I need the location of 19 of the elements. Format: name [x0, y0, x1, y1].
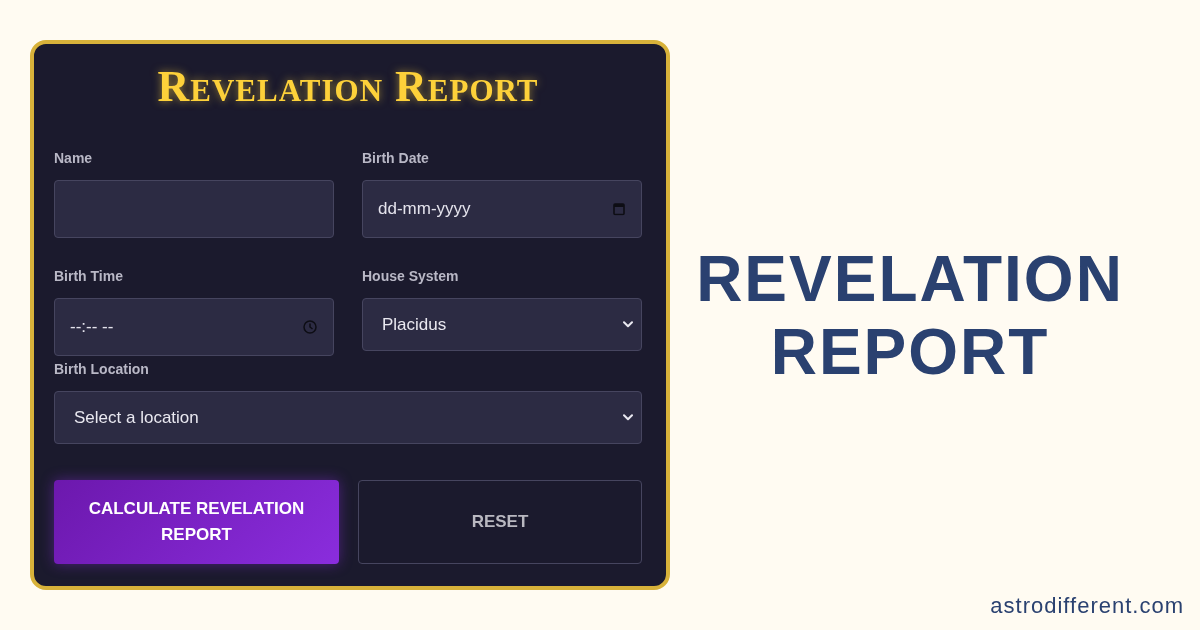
- clock-icon[interactable]: [303, 320, 317, 334]
- date-field[interactable]: dd-mm-yyyy: [362, 180, 642, 238]
- field-label: House System: [362, 268, 460, 285]
- calendar-icon[interactable]: [613, 202, 625, 216]
- chevron-down-icon: [623, 321, 633, 328]
- banner-heading: REVELATION REPORT: [695, 243, 1125, 389]
- field-label: Birth Location: [54, 361, 150, 378]
- site-name: astrodifferent.com: [990, 592, 1184, 620]
- field-label: Birth Date: [362, 150, 430, 167]
- form-title: Revelation Report: [156, 64, 540, 110]
- chevron-down-icon: [623, 414, 633, 421]
- dropdown[interactable]: Placidus: [362, 298, 642, 351]
- dropdown[interactable]: Select a location: [54, 391, 642, 444]
- time-field[interactable]: --:-- --: [54, 298, 334, 356]
- field-label: Name: [54, 150, 94, 167]
- calculate-button[interactable]: CALCULATE REVELATION REPORT: [54, 480, 339, 564]
- reset-button[interactable]: RESET: [358, 480, 642, 564]
- field-label: Birth Time: [54, 268, 124, 285]
- text-field[interactable]: [54, 180, 334, 238]
